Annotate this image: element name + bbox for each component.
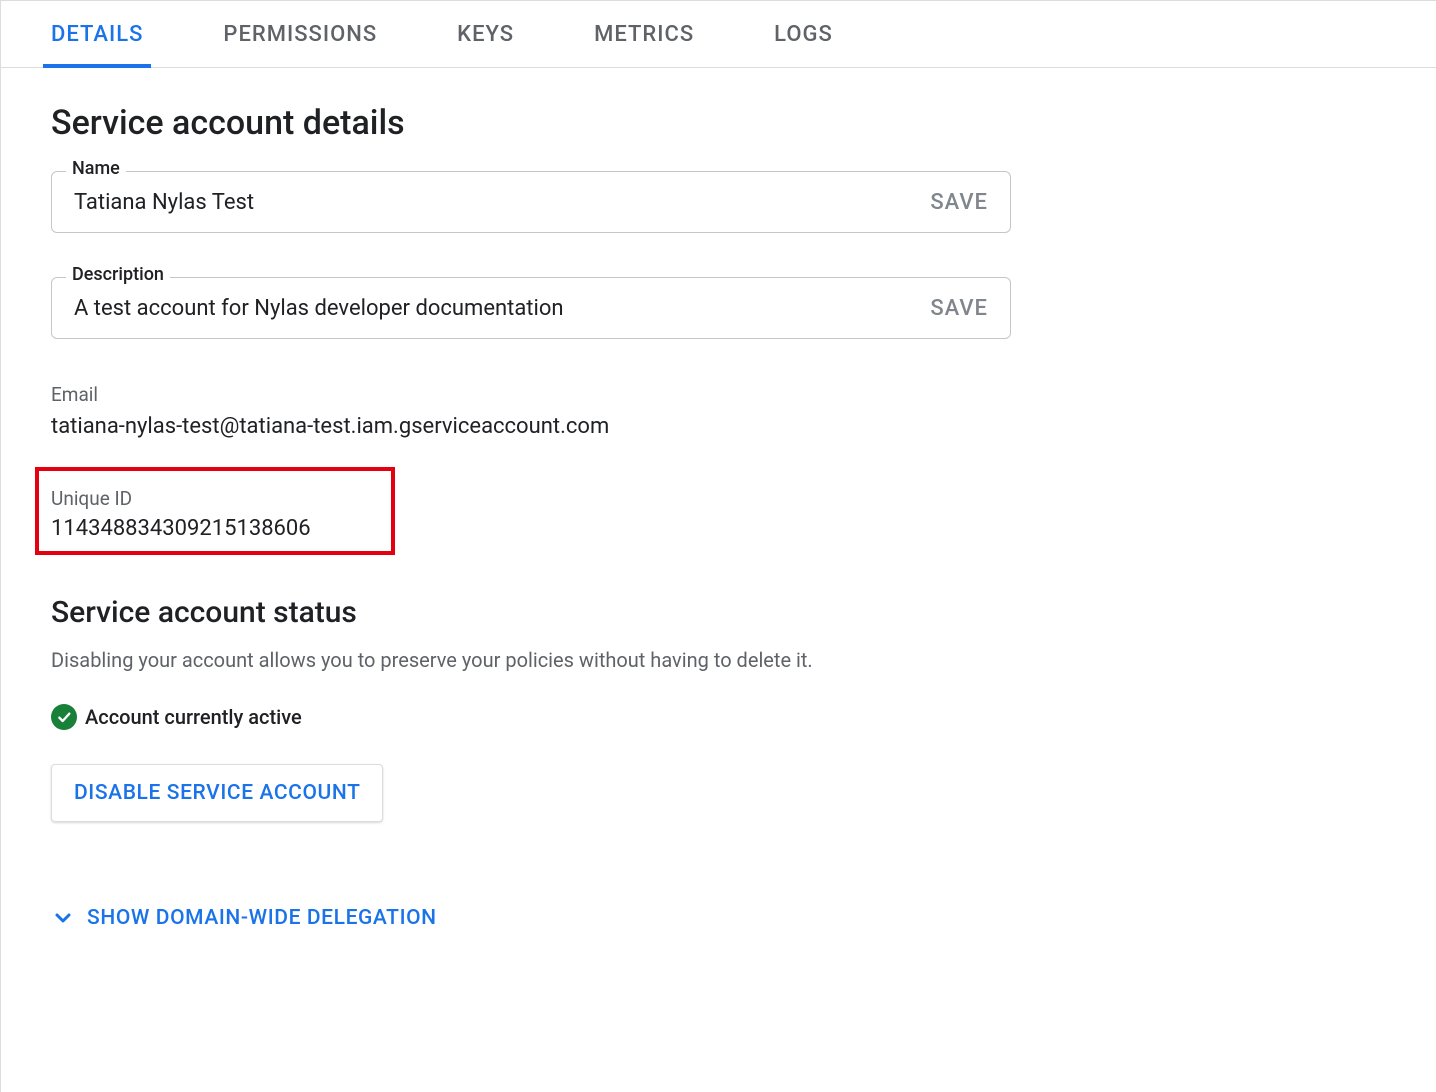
tab-details[interactable]: DETAILS (51, 1, 143, 67)
domain-wide-delegation-label: SHOW DOMAIN-WIDE DELEGATION (87, 906, 437, 930)
unique-id-label: Unique ID (51, 487, 379, 510)
description-field-label: Description (66, 264, 170, 285)
chevron-down-icon (51, 906, 75, 930)
description-input[interactable] (74, 296, 930, 321)
unique-id-highlight: Unique ID 114348834309215138606 (35, 467, 395, 555)
page-root: DETAILS PERMISSIONS KEYS METRICS LOGS Se… (0, 0, 1436, 1092)
email-block: Email tatiana-nylas-test@tatiana-test.ia… (51, 383, 1011, 439)
content-area: Service account details Name SAVE Descri… (1, 68, 1061, 980)
tab-metrics[interactable]: METRICS (594, 1, 694, 67)
name-save-button[interactable]: SAVE (930, 190, 988, 215)
email-label: Email (51, 383, 1011, 406)
status-row: Account currently active (51, 704, 1011, 730)
disable-service-account-button[interactable]: DISABLE SERVICE ACCOUNT (51, 764, 383, 822)
description-save-button[interactable]: SAVE (930, 296, 988, 321)
tab-permissions[interactable]: PERMISSIONS (223, 1, 377, 67)
description-field-box: Description SAVE (51, 277, 1011, 339)
tab-keys[interactable]: KEYS (457, 1, 514, 67)
show-domain-wide-delegation-toggle[interactable]: SHOW DOMAIN-WIDE DELEGATION (51, 906, 1011, 930)
status-helper-text: Disabling your account allows you to pre… (51, 648, 1011, 672)
name-field-label: Name (66, 158, 126, 179)
unique-id-value: 114348834309215138606 (51, 516, 379, 541)
tab-bar: DETAILS PERMISSIONS KEYS METRICS LOGS (1, 1, 1436, 68)
name-field-box: Name SAVE (51, 171, 1011, 233)
status-active-text: Account currently active (85, 705, 302, 729)
tab-logs[interactable]: LOGS (774, 1, 833, 67)
status-heading: Service account status (51, 595, 1011, 630)
details-heading: Service account details (51, 103, 1011, 143)
name-input[interactable] (74, 190, 930, 215)
check-circle-icon (51, 704, 77, 730)
email-value: tatiana-nylas-test@tatiana-test.iam.gser… (51, 414, 1011, 439)
